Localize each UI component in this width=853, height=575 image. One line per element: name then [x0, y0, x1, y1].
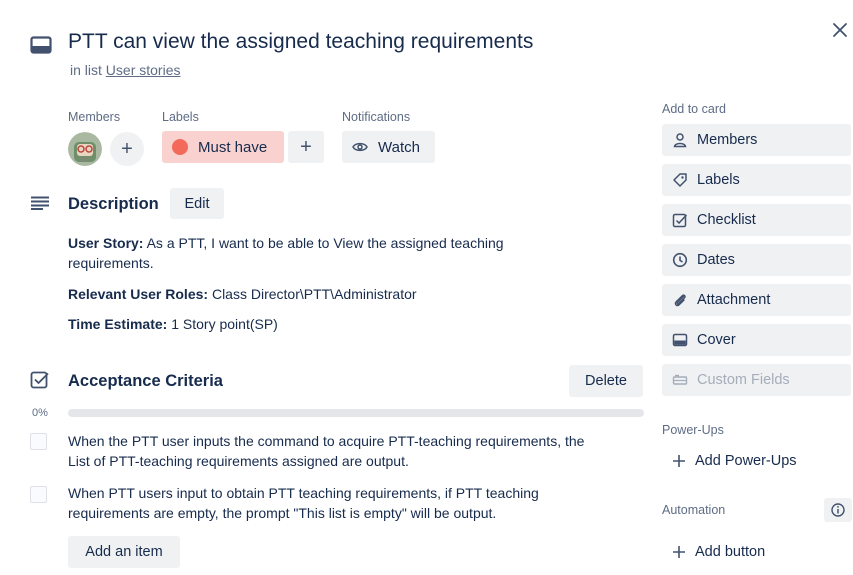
description-user-story: User Story: As a PTT, I want to be able … [68, 235, 504, 271]
add-button-button[interactable]: Add button [662, 536, 851, 568]
description-roles: Relevant User Roles: Class Director\PTT\… [68, 286, 417, 302]
sidebar-cover-label: Cover [697, 332, 736, 348]
sidebar-attachment-button[interactable]: Attachment [662, 284, 851, 316]
sidebar-attachment-label: Attachment [697, 292, 771, 308]
add-power-ups-label: Add Power-Ups [695, 453, 797, 469]
checklist-item[interactable]: When the PTT user inputs the command to … [68, 431, 608, 471]
paperclip-icon [672, 292, 688, 308]
clock-icon [672, 252, 688, 268]
label-name: Must have [198, 138, 268, 156]
sidebar-members-label: Members [697, 132, 758, 148]
plus-icon: + [121, 137, 133, 160]
checklist-icon [672, 212, 688, 228]
sidebar-dates-label: Dates [697, 252, 735, 268]
power-ups-heading: Power-Ups [662, 423, 724, 437]
eye-icon [352, 141, 368, 153]
list-link[interactable]: User stories [106, 62, 181, 78]
plus-icon [672, 545, 686, 559]
notifications-heading: Notifications [342, 110, 411, 124]
add-to-card-heading: Add to card [662, 102, 726, 116]
sidebar-checklist-button[interactable]: Checklist [662, 204, 851, 236]
info-icon [831, 503, 845, 517]
description-title: Description [68, 195, 159, 213]
add-member-button[interactable]: + [110, 132, 144, 166]
close-icon [833, 23, 847, 37]
plus-icon [672, 454, 686, 468]
sidebar-members-button[interactable]: Members [662, 124, 851, 156]
plus-icon: + [300, 135, 312, 158]
members-heading: Members [68, 110, 121, 124]
labels-heading: Labels [162, 110, 199, 124]
add-label-button[interactable]: + [288, 131, 324, 163]
sidebar-custom-fields-label: Custom Fields [697, 372, 790, 388]
sidebar-dates-button[interactable]: Dates [662, 244, 851, 276]
label-color-dot [172, 139, 188, 155]
card-icon [30, 36, 52, 54]
checklist-title: Acceptance Criteria [68, 372, 223, 390]
edit-description-button[interactable]: Edit [170, 188, 224, 219]
close-button[interactable] [828, 18, 852, 42]
sidebar-custom-fields-button[interactable]: Custom Fields [662, 364, 851, 396]
automation-info-button[interactable] [824, 498, 852, 522]
avatar[interactable] [68, 132, 102, 166]
delete-checklist-button[interactable]: Delete [569, 365, 643, 397]
in-list-prefix: in list [70, 62, 102, 78]
card-title[interactable]: PTT can view the assigned teaching requi… [68, 30, 533, 54]
sidebar-labels-label: Labels [697, 172, 740, 188]
label-must-have[interactable]: Must have [162, 131, 284, 163]
checklist-item-checkbox[interactable] [30, 433, 47, 450]
person-icon [672, 132, 688, 148]
checklist-item-checkbox[interactable] [30, 486, 47, 503]
automation-heading: Automation [662, 503, 726, 517]
add-power-ups-button[interactable]: Add Power-Ups [662, 445, 851, 477]
tag-icon [672, 172, 688, 188]
watch-label: Watch [378, 138, 420, 156]
watch-button[interactable]: Watch [342, 131, 435, 163]
progress-bar [68, 409, 644, 417]
description-estimate: Time Estimate: 1 Story point(SP) [68, 316, 278, 332]
progress-percent: 0% [32, 407, 48, 419]
sidebar-checklist-label: Checklist [697, 212, 756, 228]
sidebar-cover-button[interactable]: Cover [662, 324, 851, 356]
sidebar-labels-button[interactable]: Labels [662, 164, 851, 196]
add-button-label: Add button [695, 544, 766, 560]
custom-fields-icon [672, 372, 688, 388]
checklist-icon [30, 371, 50, 389]
description-icon [30, 196, 50, 210]
checklist-item[interactable]: When PTT users input to obtain PTT teach… [68, 483, 608, 523]
cover-icon [672, 332, 688, 348]
add-item-button[interactable]: Add an item [68, 536, 180, 568]
in-list-text: in list User stories [70, 62, 180, 78]
